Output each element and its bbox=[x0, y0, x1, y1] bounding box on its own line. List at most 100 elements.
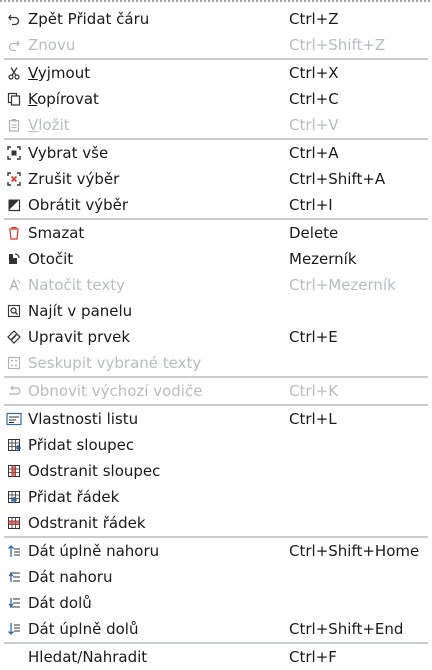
menu-item-raise[interactable]: Dát nahoru bbox=[0, 564, 432, 590]
deselect-icon bbox=[6, 171, 22, 187]
menu-item-add-column[interactable]: Přidat sloupec bbox=[0, 432, 432, 458]
menu-item-label: Přidat sloupec bbox=[28, 436, 135, 454]
menu-item-rotate-texts[interactable]: Natočit texty Ctrl+Mezerník bbox=[0, 272, 432, 298]
menu-item-label: Obrátit výběr bbox=[28, 196, 129, 214]
undo-icon bbox=[6, 11, 22, 27]
menu-item-label: Hledat/Nahradit bbox=[28, 648, 148, 666]
menu-item-find-in-panel[interactable]: Najít v panelu bbox=[0, 298, 432, 324]
bring-to-front-icon bbox=[6, 543, 22, 559]
menu-item-label: Otočit bbox=[28, 250, 74, 268]
menu-item-sheet-properties[interactable]: Vlastnosti listu Ctrl+L bbox=[0, 406, 432, 432]
redo-icon bbox=[6, 37, 22, 53]
menu-item-shortcut: Ctrl+V bbox=[289, 116, 339, 134]
menu-item-shortcut: Mezerník bbox=[289, 250, 357, 268]
menu-item-remove-column[interactable]: Odstranit sloupec bbox=[0, 458, 432, 484]
menu-item-label: Vybrat vše bbox=[28, 144, 109, 162]
menu-item-shortcut: Ctrl+Z bbox=[289, 10, 339, 28]
menu-item-label: Vložit bbox=[28, 116, 70, 134]
menu-item-label: Dát úplně nahoru bbox=[28, 542, 160, 560]
menu-item-shortcut: Ctrl+Mezerník bbox=[289, 276, 396, 294]
menu-item-label: Najít v panelu bbox=[28, 302, 133, 320]
menu-item-label: Kopírovat bbox=[28, 90, 99, 108]
menu-item-shortcut: Ctrl+X bbox=[289, 64, 339, 82]
add-row-icon bbox=[6, 489, 22, 505]
find-in-panel-icon bbox=[6, 303, 22, 319]
menu-item-select-all[interactable]: Vybrat vše Ctrl+A bbox=[0, 140, 432, 166]
menu-item-label: Obnovit výchozí vodiče bbox=[28, 382, 203, 400]
menu-item-shortcut: Ctrl+Shift+Z bbox=[289, 36, 386, 54]
menu-item-label: Dát úplně dolů bbox=[28, 620, 139, 638]
menu-item-shortcut: Ctrl+Shift+End bbox=[289, 620, 404, 638]
rotate-icon bbox=[6, 251, 22, 267]
find-replace-icon bbox=[6, 649, 22, 665]
restore-guides-icon bbox=[6, 383, 22, 399]
menu-top-border bbox=[0, 0, 432, 2]
menu-item-shortcut: Ctrl+Shift+Home bbox=[289, 542, 420, 560]
mnemonic: V bbox=[28, 116, 39, 134]
clipboard-icon bbox=[6, 117, 22, 133]
menu-item-label: Znovu bbox=[28, 36, 76, 54]
invert-selection-icon bbox=[6, 197, 22, 213]
raise-icon bbox=[6, 569, 22, 585]
label-rest: yjmout bbox=[37, 64, 91, 82]
rotate-text-icon bbox=[6, 277, 22, 293]
menu-item-shortcut: Ctrl+I bbox=[289, 196, 333, 214]
mnemonic: K bbox=[28, 90, 38, 108]
menu-item-label: Odstranit řádek bbox=[28, 514, 146, 532]
menu-item-redo[interactable]: Znovu Ctrl+Shift+Z bbox=[0, 32, 432, 58]
menu-item-label: Natočit texty bbox=[28, 276, 126, 294]
menu-item-bring-to-front[interactable]: Dát úplně nahoru Ctrl+Shift+Home bbox=[0, 538, 432, 564]
menu-item-label: Zrušit výběr bbox=[28, 170, 120, 188]
menu-item-send-to-back[interactable]: Dát úplně dolů Ctrl+Shift+End bbox=[0, 616, 432, 642]
menu-item-remove-row[interactable]: Odstranit řádek bbox=[0, 510, 432, 536]
menu-item-copy[interactable]: Kopírovat Ctrl+C bbox=[0, 86, 432, 112]
scissors-icon bbox=[6, 65, 22, 81]
menu-item-shortcut: Ctrl+Shift+A bbox=[289, 170, 386, 188]
menu-item-find-replace[interactable]: Hledat/Nahradit Ctrl+F bbox=[0, 644, 432, 670]
mnemonic: V bbox=[28, 64, 38, 82]
menu-item-shortcut: Delete bbox=[289, 224, 339, 242]
menu-item-invert-selection[interactable]: Obrátit výběr Ctrl+I bbox=[0, 192, 432, 218]
menu-item-deselect[interactable]: Zrušit výběr Ctrl+Shift+A bbox=[0, 166, 432, 192]
lower-icon bbox=[6, 595, 22, 611]
menu-item-label: Smazat bbox=[28, 224, 85, 242]
menu-item-rotate[interactable]: Otočit Mezerník bbox=[0, 246, 432, 272]
menu-item-label: Zpět Přidat čáru bbox=[28, 10, 150, 28]
trash-icon bbox=[6, 225, 22, 241]
menu-item-label: Přidat řádek bbox=[28, 488, 120, 506]
menu-item-label: Upravit prvek bbox=[28, 328, 131, 346]
sheet-properties-icon bbox=[6, 411, 22, 427]
menu-item-shortcut: Ctrl+E bbox=[289, 328, 338, 346]
menu-item-label: Vlastnosti listu bbox=[28, 410, 139, 428]
menu-item-label: Dát dolů bbox=[28, 594, 92, 612]
menu-item-label: Dát nahoru bbox=[28, 568, 113, 586]
copy-icon bbox=[6, 91, 22, 107]
menu-item-group-texts[interactable]: Seskupit vybrané texty bbox=[0, 350, 432, 376]
menu-item-shortcut: Ctrl+L bbox=[289, 410, 337, 428]
menu-item-restore-guides[interactable]: Obnovit výchozí vodiče Ctrl+K bbox=[0, 378, 432, 404]
menu-item-shortcut: Ctrl+C bbox=[289, 90, 339, 108]
menu-item-undo[interactable]: Zpět Přidat čáru Ctrl+Z bbox=[0, 6, 432, 32]
remove-column-icon bbox=[6, 463, 22, 479]
menu-item-delete[interactable]: Smazat Delete bbox=[0, 220, 432, 246]
menu-item-label: Seskupit vybrané texty bbox=[28, 354, 202, 372]
send-to-back-icon bbox=[6, 621, 22, 637]
menu-item-add-row[interactable]: Přidat řádek bbox=[0, 484, 432, 510]
edit-element-icon bbox=[6, 329, 22, 345]
menu-item-edit-element[interactable]: Upravit prvek Ctrl+E bbox=[0, 324, 432, 350]
menu-item-label: Odstranit sloupec bbox=[28, 462, 161, 480]
menu-item-shortcut: Ctrl+K bbox=[289, 382, 339, 400]
label-rest: opírovat bbox=[37, 90, 99, 108]
remove-row-icon bbox=[6, 515, 22, 531]
label-rest: ložit bbox=[38, 116, 70, 134]
group-texts-icon bbox=[6, 355, 22, 371]
menu-item-shortcut: Ctrl+F bbox=[289, 648, 337, 666]
menu-item-shortcut: Ctrl+A bbox=[289, 144, 339, 162]
edit-context-menu: Zpět Přidat čáru Ctrl+Z Znovu Ctrl+Shift… bbox=[0, 6, 432, 670]
menu-item-label: Vyjmout bbox=[28, 64, 90, 82]
menu-item-cut[interactable]: Vyjmout Ctrl+X bbox=[0, 60, 432, 86]
select-all-icon bbox=[6, 145, 22, 161]
add-column-icon bbox=[6, 437, 22, 453]
menu-item-lower[interactable]: Dát dolů bbox=[0, 590, 432, 616]
menu-item-paste[interactable]: Vložit Ctrl+V bbox=[0, 112, 432, 138]
